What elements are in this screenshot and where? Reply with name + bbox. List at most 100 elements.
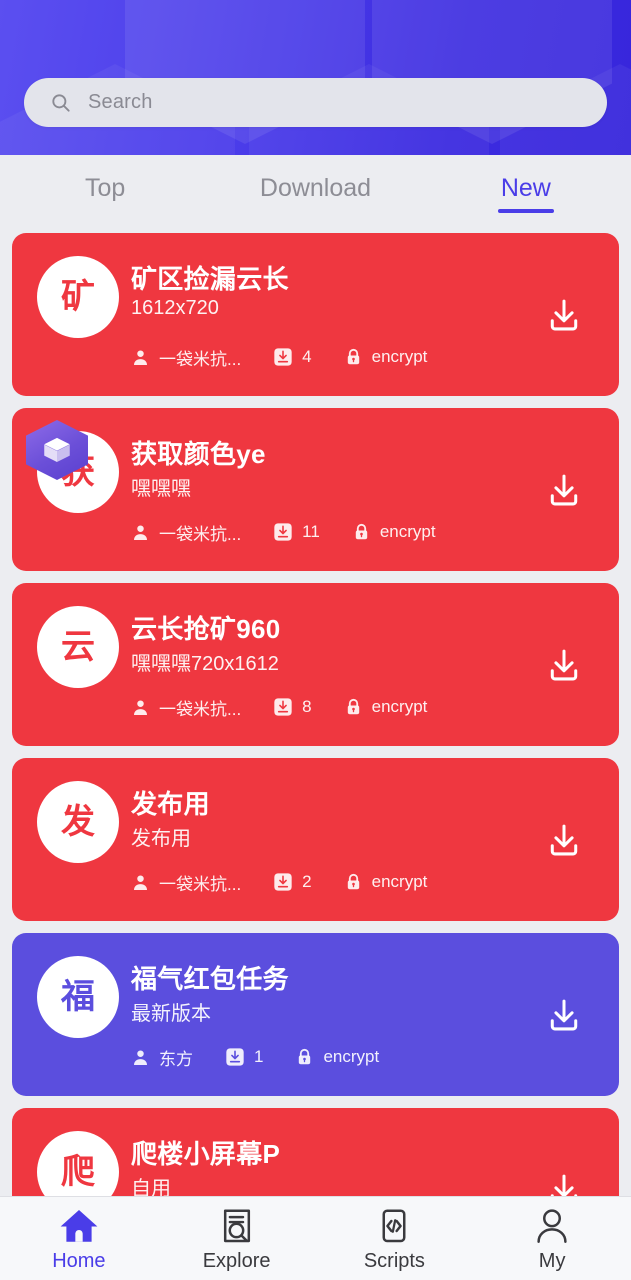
download-count-meta: 1 [225,1047,263,1067]
download-count-icon [226,1048,244,1066]
script-card-list[interactable]: 矿矿区捡漏云长 1612x720 一袋米抗... 4 encrypt 获获取颜色ye 嘿嘿嘿… [0,233,631,1200]
encrypt-badge: encrypt [352,522,436,542]
card-title: 云长抢矿960 [131,614,281,644]
download-arrow-icon [550,824,578,855]
nav-item-scripts[interactable]: Scripts [316,1197,474,1280]
card-subtitle: 1612x720 [131,297,219,319]
download-count-meta: 2 [273,872,312,892]
author-meta: 东方 [131,1045,193,1070]
tab-active-underline [497,209,554,214]
encrypt-label: encrypt [371,697,428,716]
avatar: 爬 [37,1131,119,1200]
script-card[interactable]: 获获取颜色ye 嘿嘿嘿 一袋米抗... 11 encrypt [12,408,619,571]
download-count-meta: 8 [273,697,312,717]
avatar-initial: 云 [61,628,95,666]
encrypt-badge: encrypt [344,347,428,367]
person-icon [537,1209,567,1243]
download-count: 8 [302,697,312,716]
search-placeholder: Search [88,91,153,113]
avatar: 福 [37,956,119,1038]
download-button[interactable] [545,471,583,509]
encrypt-label: encrypt [371,347,428,366]
download-button[interactable] [545,996,583,1034]
nav-item-my[interactable]: My [473,1197,631,1280]
author-name: 东方 [159,1049,193,1069]
encrypt-label: encrypt [323,1047,380,1066]
card-meta-row: 一袋米抗... 11 encrypt [131,520,468,545]
card-subtitle: 最新版本 [131,1003,211,1025]
cube-icon [44,437,70,463]
card-subtitle: 嘿嘿嘿 [131,478,191,500]
download-count: 11 [302,522,320,541]
tab-top[interactable]: Top [0,155,210,233]
script-card[interactable]: 发发布用 发布用 一袋米抗... 2 encrypt [12,758,619,921]
person-icon [134,874,147,890]
download-arrow-icon [550,649,578,680]
person-icon [134,349,147,365]
home-icon [60,1209,98,1242]
download-count-icon [274,698,292,716]
bottom-navigation: Home Explore Scripts My [0,1196,631,1280]
encrypt-badge: encrypt [344,872,427,892]
lock-icon [355,523,368,540]
encrypt-label: encrypt [379,522,436,541]
author-name: 一袋米抗... [159,524,242,544]
nav-label: Explore [202,1250,271,1272]
tab-label: Top [85,173,126,202]
download-button[interactable] [545,296,583,334]
card-subtitle: 嘿嘿嘿720x1612 [131,653,279,675]
download-count-icon [274,348,292,366]
nav-item-home[interactable]: Home [0,1197,158,1280]
download-count-meta: 11 [273,522,320,542]
author-meta: 一袋米抗... [131,870,241,895]
tab-label: Download [259,173,372,202]
app-root: Search Top Download New 矿 矿区捡漏云长 1612x720 一袋米… [0,0,631,1280]
tab-download[interactable]: Download [210,155,420,233]
card-title: 获取颜色ye [131,439,266,469]
card-meta-row: 东方 1 encrypt [131,1045,411,1070]
nav-label: Home [52,1250,106,1272]
author-name: 一袋米抗... [159,874,242,894]
lock-icon [299,1048,311,1065]
lock-icon [347,873,359,890]
card-subtitle: 发布用 [131,828,191,850]
nav-item-explore[interactable]: Explore [158,1197,316,1280]
author-meta: 一袋米抗... [131,345,241,370]
person-icon [134,699,147,715]
avatar: 云 [37,606,119,688]
avatar: 矿 [37,256,119,338]
script-card[interactable]: 矿 矿区捡漏云长 1612x720 一袋米抗... 4 encrypt [12,233,619,396]
download-arrow-icon [550,474,578,505]
download-count: 1 [254,1047,264,1066]
script-card[interactable]: 福 福气红包任务最新版本东方 1 encrypt [12,933,619,1096]
download-count-icon [274,523,292,541]
card-meta-row: 一袋米抗... 2 encrypt [131,870,459,895]
nav-label: My [538,1250,566,1272]
search-input[interactable]: Search [24,78,607,127]
lock-icon [347,348,359,365]
explore-icon [223,1209,250,1243]
card-title: 爬楼小屏幕P [131,1139,281,1169]
author-meta: 一袋米抗... [131,695,241,720]
download-button[interactable] [545,646,583,684]
lock-icon [347,698,359,715]
avatar-initial: 爬 [61,1153,95,1191]
search-icon [52,93,70,112]
tab-new[interactable]: New [421,155,631,233]
card-title: 福气红包任务 [131,964,289,994]
avatar-initial: 发 [61,803,95,841]
download-button[interactable] [545,821,583,859]
avatar-initial: 矿 [61,278,95,316]
script-card[interactable]: 云 云长抢矿960 嘿嘿嘿720x1612 一袋米抗... 8 encrypt [12,583,619,746]
script-card[interactable]: 爬爬楼小屏幕P 自用 [12,1108,619,1200]
tab-label: New [500,173,551,202]
card-title: 矿区捡漏云长 [131,264,289,294]
card-title: 发布用 [131,789,210,819]
author-name: 一袋米抗... [159,699,242,719]
author-meta: 一袋米抗... [131,520,241,545]
avatar-initial: 福 [61,978,95,1016]
download-arrow-icon [550,999,578,1030]
app-header: Search [0,0,631,155]
person-icon [134,1049,147,1065]
author-name: 一袋米抗... [159,349,242,369]
